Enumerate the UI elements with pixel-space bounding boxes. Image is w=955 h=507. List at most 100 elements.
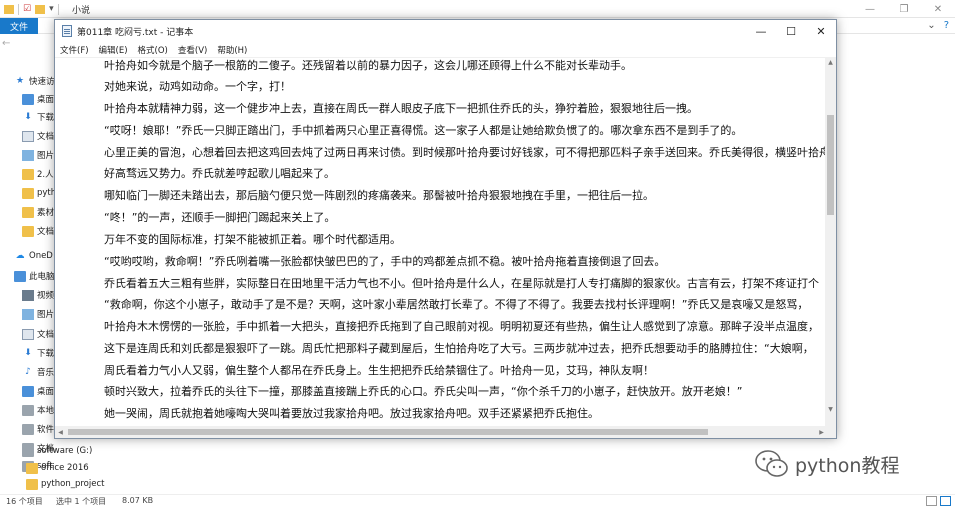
nav-item-desktop[interactable]: 桌面 [0,381,56,401]
maximize-button[interactable]: ☐ [776,20,806,42]
scroll-down-arrow-icon[interactable]: ▼ [825,404,836,415]
new-folder-icon[interactable] [35,4,46,14]
folder-icon [26,462,38,474]
notepad-titlebar[interactable]: 第011章 吃闷亏.txt - 记事本 — ☐ ✕ [55,20,836,42]
scroll-up-arrow-icon[interactable]: ▲ [825,57,836,68]
horizontal-scroll-thumb[interactable] [68,429,708,435]
menu-help[interactable]: 帮助(H) [217,44,247,56]
maximize-button[interactable]: ❐ [887,0,921,18]
nav-item-label: 桌面 [37,95,55,105]
nav-item-label: 本地 [37,406,55,416]
explorer-titlebar: ☑ ▾ 小说 — ❐ ✕ [0,0,955,18]
nav-item-documents[interactable]: 文档 [0,126,56,146]
notepad-app-icon [62,25,72,37]
notepad-window: 第011章 吃闷亏.txt - 记事本 — ☐ ✕ 文件(F) 编辑(E) 格式… [54,19,837,439]
text-line: 她一哭闹，周氏就抱着她嚎啕大哭叫着要放过我家拾舟吧。放过我家拾舟吧。双手还紧紧把… [104,407,599,420]
notepad-title: 第011章 吃闷亏.txt - 记事本 [77,28,194,38]
folder-icon [22,168,34,180]
text-line: 乔氏看着五大三粗有些胖，实际整日在田地里干活力气也不小。但叶拾舟是什么人，在星际… [104,277,819,290]
close-button[interactable]: ✕ [806,20,836,42]
navigation-pane: ← ★ 快速访 桌面 ⬇ 下载 文档 图片 2.人 pytho [0,34,56,494]
ribbon-controls: ⌄ ? [927,20,949,31]
vertical-scrollbar[interactable]: ▲ ▼ [825,57,836,427]
nav-item-this-pc[interactable]: 此电脑 [0,266,56,286]
back-arrow-icon[interactable]: ← [2,38,10,49]
picture-icon [22,308,34,320]
nav-item-label: OneD [29,251,53,261]
nav-item-python-project-folder[interactable]: python_project [0,474,140,494]
video-icon [22,289,34,301]
folder-icon [22,187,34,199]
nav-item-label: 图片 [37,310,55,320]
file-tab[interactable]: 文件 [0,18,38,34]
text-line: 叶拾舟本就精神力弱，这一个健步冲上去，直接在周氏一群人眼皮子底下一把抓住乔氏的头… [104,102,698,115]
text-line: 周氏看着力气小人又弱，偏生整个人都吊在乔氏身上。生生把把乔氏给禁锢住了。叶拾舟一… [104,364,654,377]
nav-item-label: 2.人 [37,170,54,180]
nav-item-label: 下载 [37,349,55,359]
text-line: “救命啊，你这个小崽子，敢动手了是不是？天啊，这叶家小辈居然敢打长辈了。不得了不… [104,298,809,311]
close-button[interactable]: ✕ [921,0,955,18]
nav-item-desktop[interactable]: 桌面 [0,89,56,109]
drive-icon [22,423,34,435]
item-count: 16 个项目 [6,497,43,506]
scroll-left-arrow-icon[interactable]: ◀ [55,426,66,438]
nav-item-videos[interactable]: 视频 [0,285,56,305]
text-line: 这下是连周氏和刘氏都是狠狠吓了一跳。周氏忙把那料子藏到屋后，生怕拾舟吃了大亏。三… [104,342,814,355]
explorer-app-icon [4,4,14,14]
minimize-button[interactable]: — [853,0,887,18]
nav-item-label: 图片 [37,151,55,161]
menu-edit[interactable]: 编辑(E) [99,44,128,56]
nav-item-pictures[interactable]: 图片 [0,145,56,165]
nav-item-onedrive[interactable]: ☁ OneD [0,246,56,266]
nav-item-drive[interactable]: 软件 [0,419,56,439]
drive-icon [22,404,34,416]
text-line: “哎哟哎哟，救命啊！”乔氏咧着嘴一张脸都快皱巴巴的了，手中的鸡都差点抓不稳。被叶… [104,255,666,268]
nav-item-folder[interactable]: pytho [0,183,56,203]
text-line: 叶拾舟木木愣愣的一张脸，手中抓着一大把头，直接把乔氏拖到了自己眼前对视。明明初夏… [104,320,819,333]
picture-icon [22,149,34,161]
nav-item-quick-access[interactable]: ★ 快速访 [0,71,56,91]
help-icon[interactable]: ? [944,20,949,31]
music-icon: ♪ [25,366,31,377]
nav-item-folder[interactable]: 素材 [0,202,56,222]
computer-icon [14,270,26,282]
text-editor-area[interactable]: 叶拾舟如今就是个脑子一根筋的二傻子。还残留着以前的暴力因子，这会儿哪还顾得上什么… [55,57,827,427]
nav-item-label: 文档 [37,227,55,237]
nav-item-label: 音乐 [37,368,55,378]
selected-count: 选中 1 个项目 [56,497,107,506]
explorer-title: 小说 [72,6,91,16]
minimize-button[interactable]: — [746,20,776,42]
nav-item-label: 快速访 [29,77,55,87]
expand-ribbon-icon[interactable]: ⌄ [927,20,935,31]
menu-view[interactable]: 查看(V) [178,44,207,56]
explorer-status-bar: 16 个项目 选中 1 个项目 8.07 KB [0,494,955,507]
star-icon: ★ [15,75,25,86]
menu-file[interactable]: 文件(F) [60,44,89,56]
menu-format[interactable]: 格式(O) [138,44,168,56]
nav-item-label: 桌面 [37,387,55,397]
nav-item-folder[interactable]: 文档 [0,221,56,241]
scrollbar-corner [825,426,836,438]
nav-item-drive[interactable]: 本地 [0,400,56,420]
nav-item-label: 视频 [37,291,55,301]
nav-item-label: 下载 [37,113,55,123]
details-view-icon[interactable] [926,496,937,506]
text-line: 哪知临门一脚还未踏出去，那后脑勺便只觉一阵剧烈的疼痛袭来。那髻被叶拾舟狠狠地拽在… [104,189,654,202]
view-toggle [926,496,951,506]
download-icon: ⬇ [24,111,32,122]
horizontal-scrollbar[interactable]: ◀ ▶ [55,426,827,438]
desktop-icon [22,385,34,397]
nav-item-label: python_project [41,479,105,489]
nav-item-pictures[interactable]: 图片 [0,304,56,324]
customize-toolbar-icon[interactable]: ▾ [49,3,54,15]
vertical-scroll-thumb[interactable] [827,115,834,215]
nav-item-folder[interactable]: 2.人 [0,164,56,184]
nav-item-downloads[interactable]: ⬇ 下载 [0,343,56,363]
nav-item-downloads[interactable]: ⬇ 下载 [0,107,56,127]
nav-item-documents[interactable]: 文档 [0,324,56,344]
text-line: “咚！”的一声，还顺手一脚把门踢起来关上了。 [104,211,336,224]
nav-item-music[interactable]: ♪ 音乐 [0,362,56,382]
properties-icon[interactable]: ☑ [23,3,31,15]
text-line: 叶拾舟如今就是个脑子一根筋的二傻子。还残留着以前的暴力因子，这会儿哪还顾得上什么… [104,59,632,72]
large-icons-view-icon[interactable] [940,496,951,506]
